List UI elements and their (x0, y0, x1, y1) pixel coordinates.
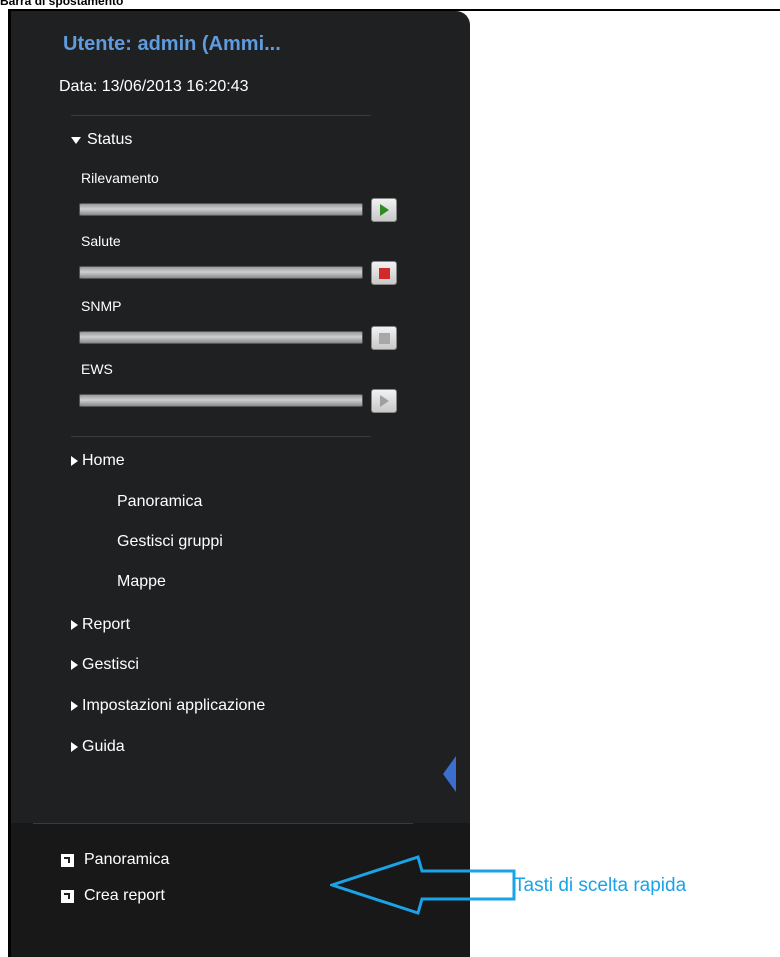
nav-gestisci-label: Gestisci (82, 656, 139, 673)
date-label: Data: 13/06/2013 16:20:43 (59, 78, 249, 95)
annotation-label: Tasti di scelta rapida (514, 875, 687, 896)
collapsed-triangle-icon (71, 620, 78, 630)
nav-gestisci[interactable]: Gestisci (71, 656, 139, 674)
collapsed-triangle-icon (71, 701, 78, 711)
stop-red-icon (378, 267, 390, 279)
service-button-salute[interactable] (371, 261, 397, 285)
shortcut-icon (61, 853, 74, 867)
status-section-label: Status (87, 131, 133, 148)
collapsed-triangle-icon (71, 456, 78, 466)
nav-report-label: Report (82, 616, 131, 633)
collapse-panel-icon[interactable] (443, 756, 456, 792)
navigation-bar: Utente: admin (Ammi... Data: 13/06/2013 … (11, 11, 470, 957)
divider (71, 436, 371, 437)
service-progress-bar (79, 203, 363, 216)
user-label: Utente: admin (Ammi... (63, 33, 281, 55)
shortcut-panoramica[interactable]: Panoramica (61, 851, 169, 869)
nav-item-panoramica[interactable]: Panoramica (117, 493, 202, 511)
shortcut-panoramica-label: Panoramica (84, 851, 170, 868)
nav-home[interactable]: Home (71, 452, 125, 470)
service-progress-bar (79, 266, 363, 279)
play-green-icon (379, 204, 389, 216)
play-gray-icon (379, 395, 389, 407)
collapsed-triangle-icon (71, 660, 78, 670)
annotation-arrow-icon (330, 855, 516, 915)
expanded-triangle-icon (71, 136, 81, 144)
figure-caption: Barra di spostamento (0, 0, 124, 8)
service-button-ews[interactable] (371, 389, 397, 413)
divider (33, 823, 413, 824)
nav-guida-label: Guida (82, 738, 125, 755)
nav-impostazioni-applicazione[interactable]: Impostazioni applicazione (71, 697, 265, 715)
nav-report[interactable]: Report (71, 616, 130, 634)
service-progress-bar (79, 394, 363, 407)
stop-gray-icon (378, 332, 390, 344)
service-progress-bar (79, 331, 363, 344)
service-button-rilevamento[interactable] (371, 198, 397, 222)
service-label-ews: EWS (81, 361, 113, 377)
service-label-rilevamento: Rilevamento (81, 170, 159, 186)
service-label-snmp: SNMP (81, 298, 122, 314)
shortcut-icon (61, 889, 74, 903)
nav-item-gestisci-gruppi[interactable]: Gestisci gruppi (117, 533, 223, 551)
shortcut-crea-report[interactable]: Crea report (61, 887, 165, 905)
nav-home-label: Home (82, 452, 125, 469)
service-button-snmp[interactable] (371, 326, 397, 350)
nav-guida[interactable]: Guida (71, 738, 125, 756)
status-section-header[interactable]: Status (71, 131, 132, 149)
shortcut-crea-report-label: Crea report (84, 887, 165, 904)
collapsed-triangle-icon (71, 742, 78, 752)
service-label-salute: Salute (81, 233, 121, 249)
nav-impostazioni-label: Impostazioni applicazione (82, 697, 266, 714)
nav-item-mappe[interactable]: Mappe (117, 573, 166, 591)
divider (71, 115, 371, 116)
